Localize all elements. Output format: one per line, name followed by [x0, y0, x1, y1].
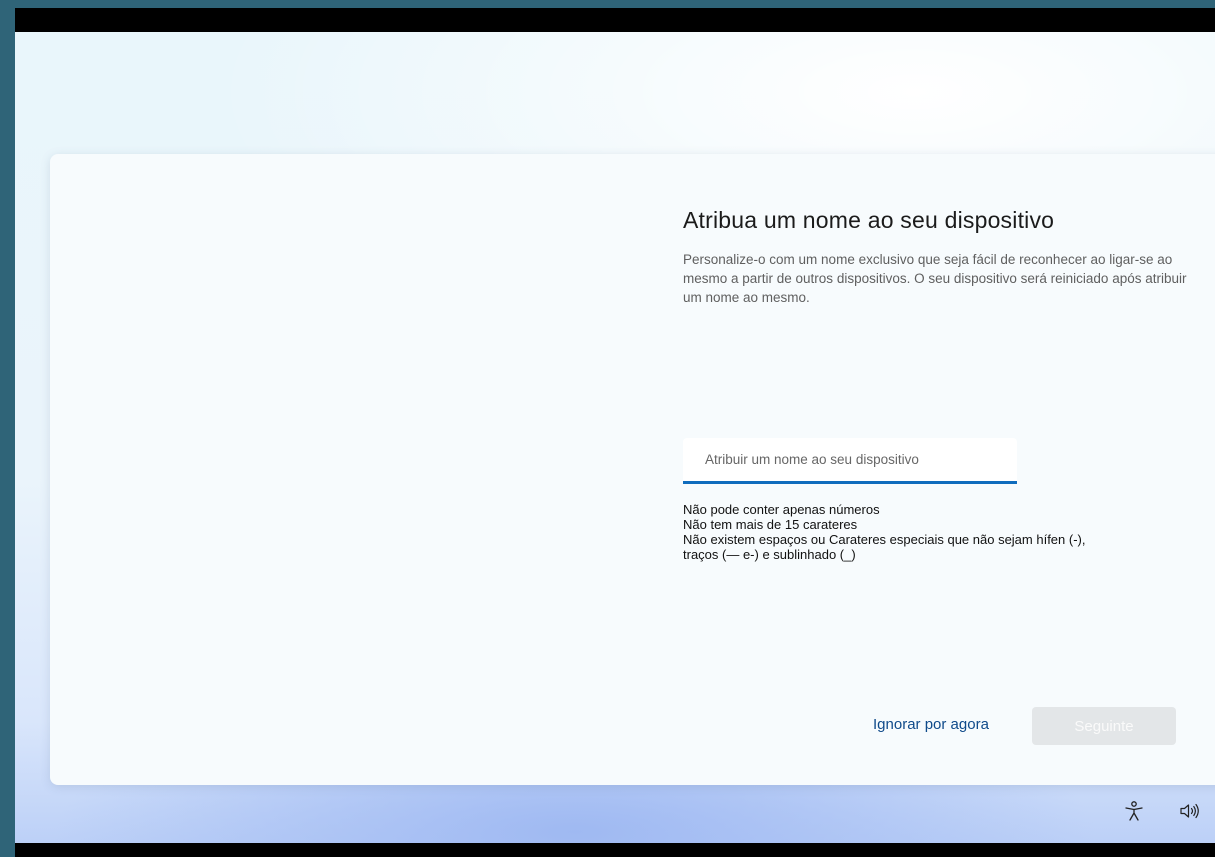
accessibility-icon[interactable]	[1123, 800, 1145, 822]
device-name-input[interactable]	[703, 438, 1007, 480]
dialog-description: Personalize-o com um nome exclusivo que …	[683, 252, 1187, 305]
rule-item: Não existem espaços ou Carateres especia…	[683, 532, 1086, 547]
rule-item: traços (— e-) e sublinhado (_)	[683, 547, 856, 562]
oobe-background: Atribua um nome ao seu dispositivo Perso…	[15, 32, 1215, 843]
rule-item: Não pode conter apenas números	[683, 502, 880, 517]
rule-item: Não tem mais de 15 carateres	[683, 517, 858, 532]
volume-icon[interactable]	[1178, 800, 1200, 822]
skip-for-now-link[interactable]: Ignorar por agora	[873, 716, 989, 733]
device-name-field[interactable]	[683, 438, 1017, 484]
bottom-black-bar	[15, 843, 1215, 857]
dialog-title: Atribua um nome ao seu dispositivo	[683, 207, 1055, 233]
setup-dialog: Atribua um nome ao seu dispositivo Perso…	[50, 154, 1215, 785]
next-button[interactable]: Seguinte	[1032, 707, 1176, 745]
top-black-bar	[15, 8, 1215, 32]
name-rules: Não pode conter apenas números Não tem m…	[683, 502, 1183, 562]
